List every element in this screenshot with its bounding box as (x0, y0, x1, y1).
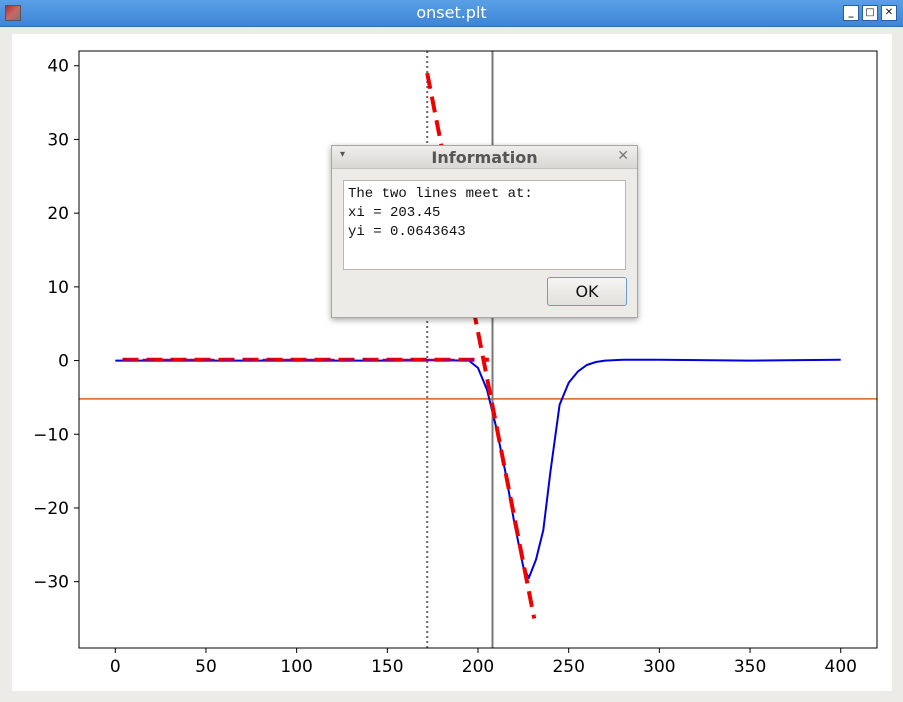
message-line-1: The two lines meet at: (348, 186, 533, 202)
data-curve (115, 358, 841, 579)
x-tick-label: 200 (462, 657, 494, 677)
ok-button[interactable]: OK (547, 277, 627, 306)
dialog-titlebar[interactable]: ▾ Information ✕ (332, 146, 637, 169)
message-line-3: yi = 0.0643643 (348, 224, 466, 240)
plot-frame (78, 50, 878, 649)
x-tick-label: 100 (280, 657, 312, 677)
minimize-button[interactable]: _ (843, 5, 859, 21)
dialog-close-icon[interactable]: ✕ (617, 148, 629, 164)
y-tick-label: 10 (47, 278, 69, 298)
x-tick-label: 50 (195, 657, 217, 677)
information-dialog: ▾ Information ✕ The two lines meet at: xi… (331, 145, 638, 318)
y-tick-label: 20 (47, 204, 69, 224)
x-tick-label: 0 (110, 657, 121, 677)
dialog-message[interactable]: The two lines meet at: xi = 203.45 yi = 0.… (343, 180, 626, 270)
y-tick-label: −10 (33, 425, 69, 445)
close-button[interactable]: ✕ (881, 5, 897, 21)
message-line-2: xi = 203.45 (348, 205, 441, 221)
y-tick-label: −30 (33, 573, 69, 593)
x-tick-label: 250 (552, 657, 584, 677)
x-tick-label: 300 (643, 657, 675, 677)
window-title: onset.plt (416, 3, 487, 22)
chart: 0 50 100 150 200 250 300 350 400403020100−10−20−… (33, 50, 878, 677)
plot-canvas: 0 50 100 150 200 250 300 350 400 40 30 20 10 0 −10 −20−… (12, 34, 892, 691)
dialog-title: Information (431, 148, 538, 167)
maximize-button[interactable]: □ (862, 5, 878, 21)
plot-area (79, 51, 877, 648)
x-tick-label: 400 (825, 657, 857, 677)
y-tick-label: 30 (47, 130, 69, 150)
y-tick-label: 40 (47, 57, 69, 77)
y-tick-label: 0 (58, 352, 69, 372)
x-tick-label: 150 (371, 657, 403, 677)
y-tick-label: −20 (33, 499, 69, 519)
x-tick-label: 350 (734, 657, 766, 677)
window-titlebar[interactable]: onset.plt _ □ ✕ (0, 0, 903, 27)
